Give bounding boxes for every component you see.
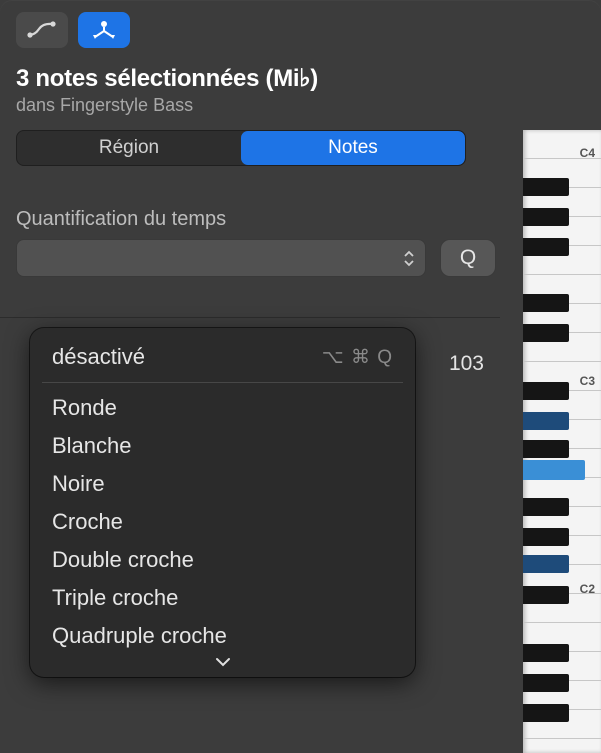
quantize-menu-off-shortcut: ⌥ ⌘ Q — [322, 346, 393, 369]
selection-subtitle: dans Fingerstyle Bass — [16, 95, 585, 116]
quantize-label: Quantification du temps — [16, 208, 585, 231]
velocity-value[interactable]: 103 — [449, 352, 484, 376]
quantize-menu-item-ronde[interactable]: Ronde — [30, 389, 415, 427]
menu-item-label: Croche — [52, 509, 123, 535]
divider — [0, 317, 500, 318]
selection-title: 3 notes sélectionnées (Mi♭) — [16, 64, 585, 93]
quantize-menu: désactivé ⌥ ⌘ Q Ronde Blanche Noire Croc… — [30, 328, 415, 677]
quantize-menu-item-double-croche[interactable]: Double croche — [30, 541, 415, 579]
region-notes-tabs: Région Notes — [16, 130, 466, 166]
automation-curve-icon — [27, 21, 57, 39]
quantize-menu-item-quadruple-croche[interactable]: Quadruple croche — [30, 617, 415, 655]
piano-label-c4: C4 — [580, 146, 595, 160]
midi-tool-icon — [90, 19, 118, 41]
menu-item-label: Blanche — [52, 433, 132, 459]
quantize-menu-item-triple-croche[interactable]: Triple croche — [30, 579, 415, 617]
piano-label-c2: C2 — [580, 582, 595, 596]
quantize-menu-more[interactable] — [30, 655, 415, 671]
menu-item-label: Double croche — [52, 547, 194, 573]
piano-label-c3: C3 — [580, 374, 595, 388]
menu-item-label: Noire — [52, 471, 105, 497]
quantize-menu-item-blanche[interactable]: Blanche — [30, 427, 415, 465]
quantize-menu-item-croche[interactable]: Croche — [30, 503, 415, 541]
menu-separator — [42, 382, 403, 383]
quantize-menu-item-noire[interactable]: Noire — [30, 465, 415, 503]
menu-item-label: Ronde — [52, 395, 117, 421]
tab-notes[interactable]: Notes — [241, 131, 465, 165]
automation-mode-button[interactable] — [16, 12, 68, 48]
quantize-menu-off[interactable]: désactivé ⌥ ⌘ Q — [30, 338, 415, 376]
quantize-apply-button[interactable]: Q — [440, 239, 496, 277]
quantize-select[interactable] — [16, 239, 426, 277]
tab-region[interactable]: Région — [17, 131, 241, 165]
midi-tool-button[interactable] — [78, 12, 130, 48]
stepper-arrows-icon — [403, 250, 415, 267]
menu-item-label: Triple croche — [52, 585, 178, 611]
menu-item-label: Quadruple croche — [52, 623, 227, 649]
chevron-down-icon — [215, 657, 231, 667]
quantize-menu-off-label: désactivé — [52, 344, 145, 370]
piano-keyboard[interactable]: C4 C3 C2 — [523, 130, 601, 753]
